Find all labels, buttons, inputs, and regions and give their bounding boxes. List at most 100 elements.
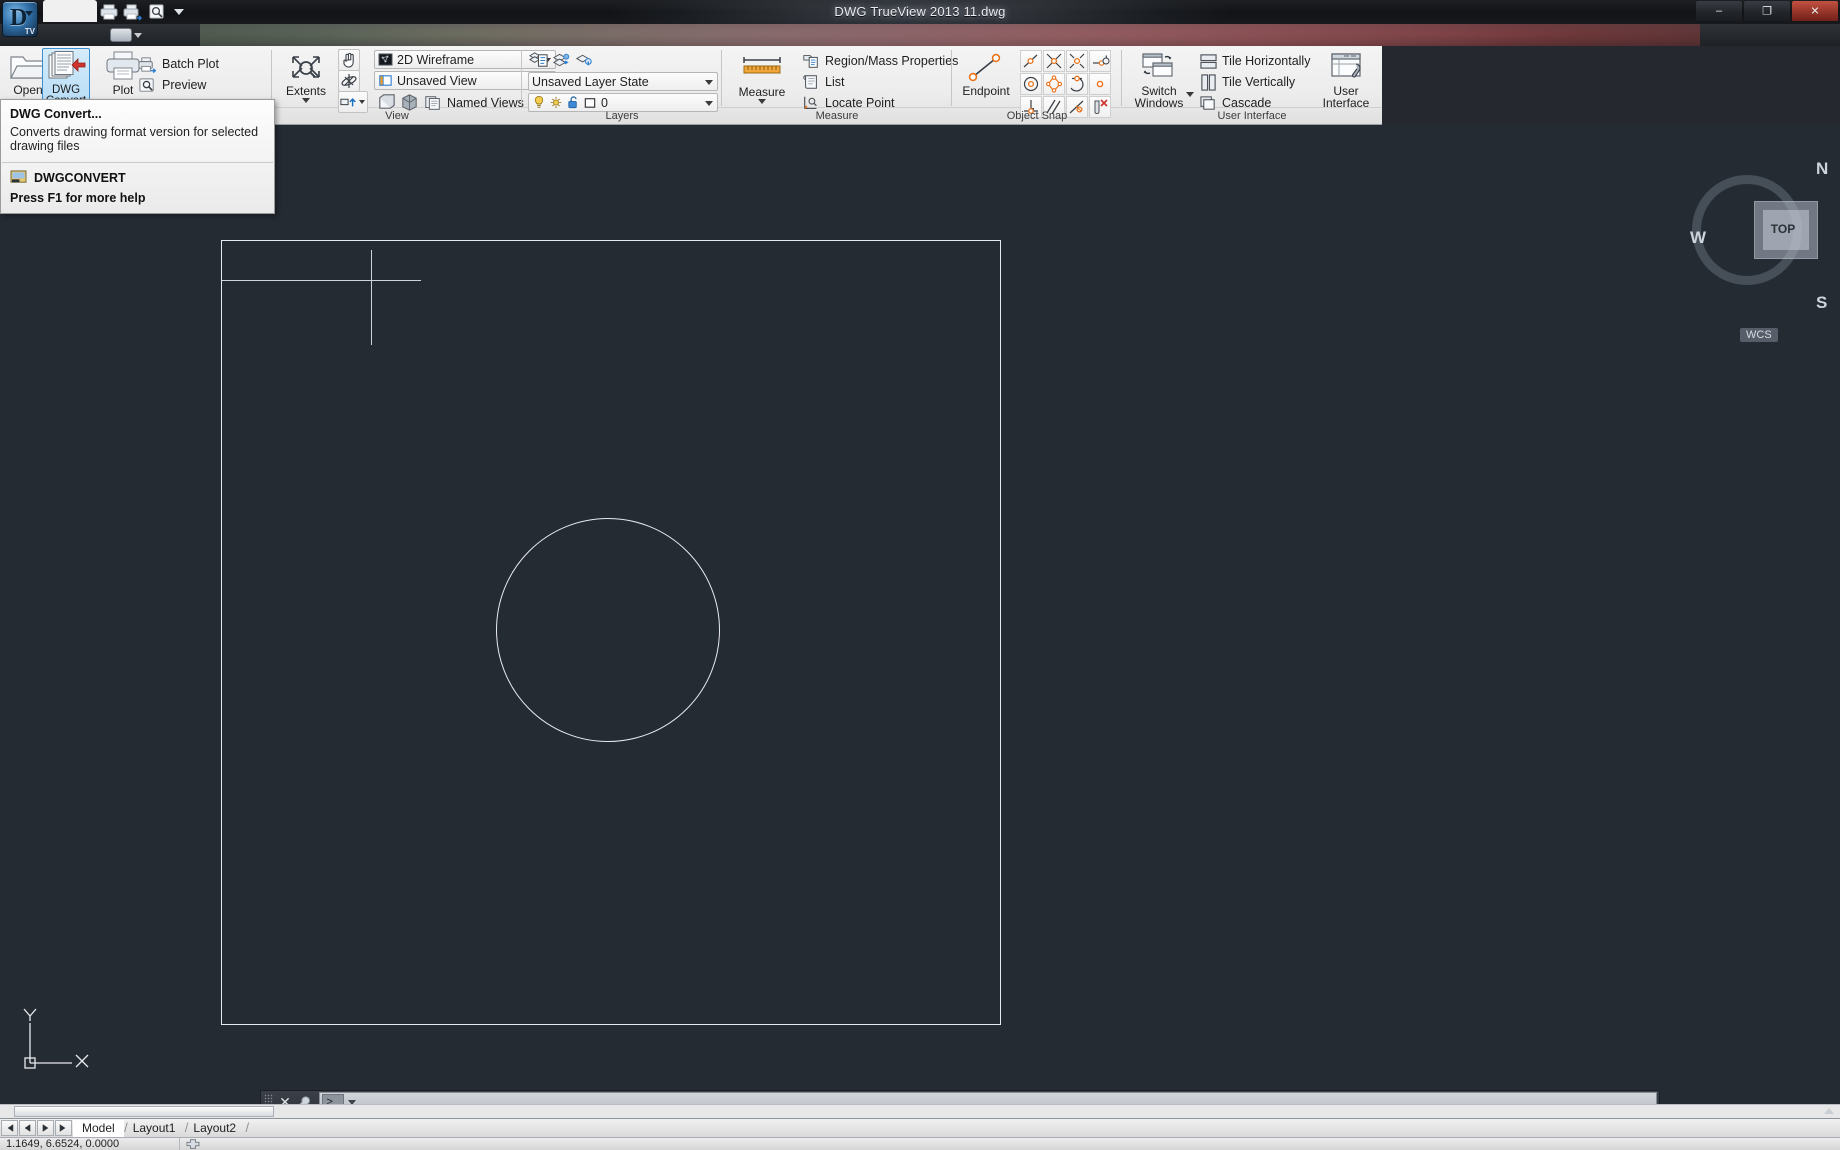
- minimize-icon: –: [1715, 5, 1723, 17]
- first-layout-button[interactable]: [1, 1120, 18, 1136]
- switch-windows-button[interactable]: Switch Windows: [1128, 49, 1194, 109]
- layout-tab-model-label: Model: [82, 1120, 115, 1135]
- lightbulb-icon[interactable]: [532, 95, 546, 110]
- snap-center[interactable]: [1020, 73, 1042, 95]
- window-controls: – ❐ ✕: [1696, 1, 1838, 21]
- cascade-label: Cascade: [1222, 96, 1272, 110]
- snap-node[interactable]: [1089, 73, 1111, 95]
- application-menu-button[interactable]: D TV: [2, 1, 38, 37]
- color-swatch-icon[interactable]: [583, 95, 597, 110]
- view-cube[interactable]: N W S TOP WCS: [1690, 159, 1840, 342]
- snap-apparent-intersection[interactable]: [1066, 50, 1088, 72]
- tile-horizontally-label: Tile Horizontally: [1222, 54, 1311, 68]
- layout-tab-bar: Model / Layout1 / Layout2 /: [0, 1118, 1840, 1137]
- layout-tab-model[interactable]: Model /: [73, 1119, 128, 1137]
- extents-button[interactable]: Extents: [280, 49, 332, 103]
- close-button[interactable]: ✕: [1792, 1, 1838, 21]
- dwgconvert-command-icon: [10, 170, 27, 185]
- compass-south-label: S: [1816, 293, 1828, 312]
- ribbon-tab-strip: [0, 24, 1840, 46]
- batch-plot-button[interactable]: Batch Plot: [138, 54, 219, 74]
- measure-dropdown-caret-icon[interactable]: [758, 99, 766, 104]
- switch-windows-dropdown-caret-icon[interactable]: [1186, 92, 1194, 97]
- previous-layout-button[interactable]: [19, 1120, 36, 1136]
- layer-properties-button[interactable]: [528, 50, 550, 72]
- tab-home[interactable]: [43, 0, 97, 22]
- preview-label: Preview: [162, 78, 207, 92]
- layout-nav-buttons: [0, 1120, 73, 1136]
- ribbon-right-filler: [1382, 46, 1840, 125]
- layer-state-dropdown-icon[interactable]: [702, 73, 715, 90]
- object-snap-grid: [1020, 50, 1088, 118]
- visual-style-icon: [378, 52, 393, 67]
- ribbon-minimize-icon[interactable]: [110, 28, 132, 42]
- drawing-circle[interactable]: [496, 518, 720, 742]
- layer-state-combo[interactable]: Unsaved Layer State: [528, 72, 718, 91]
- preview-button[interactable]: Preview: [138, 75, 206, 95]
- unlock-icon[interactable]: [566, 95, 580, 110]
- tile-vertically-button[interactable]: Tile Vertically: [1200, 72, 1295, 92]
- list-button[interactable]: List: [802, 72, 844, 92]
- tile-horizontally-button[interactable]: Tile Horizontally: [1200, 51, 1310, 71]
- next-layout-button[interactable]: [37, 1120, 54, 1136]
- drawing-canvas[interactable]: N W S TOP WCS: [0, 125, 1840, 1110]
- view-cube-top-face[interactable]: TOP: [1754, 201, 1818, 259]
- app-logo-subtitle: TV: [24, 27, 35, 36]
- user-interface-icon: [1318, 51, 1374, 85]
- view-icon: [378, 73, 393, 88]
- list-icon: [802, 73, 820, 91]
- tooltip-command-row: DWGCONVERT: [1, 163, 274, 189]
- ribbon-panel-layers: Unsaved Layer State 0 Layers: [522, 46, 722, 125]
- measure-button-label: Measure: [738, 85, 786, 99]
- visual-style-value: 2D Wireframe: [397, 52, 475, 67]
- layer-off-button[interactable]: [574, 50, 596, 72]
- extents-dropdown-caret-icon[interactable]: [302, 98, 310, 103]
- print-icon[interactable]: [99, 2, 119, 22]
- user-interface-button[interactable]: User Interface: [1318, 49, 1374, 109]
- snap-midpoint[interactable]: [1020, 50, 1042, 72]
- sun-icon[interactable]: [549, 95, 563, 110]
- coordinate-readout[interactable]: 1.1649, 6.6524, 0.0000: [0, 1137, 180, 1150]
- snap-intersection[interactable]: [1043, 50, 1065, 72]
- title-bar: DWG TrueView 2013 11.dwg – ❐ ✕: [0, 0, 1840, 24]
- region-mass-properties-button[interactable]: Region/Mass Properties: [802, 51, 958, 71]
- batch-plot-label: Batch Plot: [162, 57, 219, 71]
- snap-tangent[interactable]: [1066, 73, 1088, 95]
- list-label: List: [825, 75, 845, 89]
- endpoint-button[interactable]: Endpoint: [956, 49, 1016, 97]
- named-views-label: Named Views: [447, 96, 524, 110]
- ribbon-minimize-control[interactable]: [110, 27, 152, 43]
- plot-icon[interactable]: [123, 2, 143, 22]
- snap-extension[interactable]: [1089, 50, 1111, 72]
- last-layout-button[interactable]: [55, 1120, 72, 1136]
- layout-tab-layout2[interactable]: Layout2 /: [184, 1120, 249, 1137]
- coordinate-system-indicator[interactable]: WCS: [1740, 328, 1778, 342]
- ribbon-minimize-caret-icon[interactable]: [134, 32, 142, 38]
- snap-quadrant[interactable]: [1043, 73, 1065, 95]
- ribbon-panel-measure: Measure Region/Mass Properties List Loca…: [722, 46, 958, 125]
- scrollbar-arrow-icon[interactable]: [1824, 1108, 1834, 1114]
- extents-button-label: Extents: [285, 84, 327, 98]
- measure-button[interactable]: Measure: [732, 49, 792, 104]
- pan-tool[interactable]: [338, 49, 360, 71]
- scrollbar-thumb[interactable]: [14, 1106, 274, 1117]
- qat-overflow-caret-icon[interactable]: [174, 9, 184, 15]
- tile-vertically-label: Tile Vertically: [1222, 75, 1296, 89]
- layout-tab-layout1[interactable]: Layout1 /: [124, 1120, 189, 1137]
- panel-label-measure: Measure: [815, 110, 859, 122]
- zoom-extents-icon: [280, 51, 332, 85]
- orbit-tool[interactable]: [338, 70, 360, 92]
- zoom-dropdown-caret-icon[interactable]: [359, 100, 365, 104]
- horizontal-scrollbar[interactable]: [0, 1104, 1840, 1118]
- compass-north-label: N: [1816, 159, 1829, 178]
- batch-plot-icon: [138, 55, 157, 74]
- layer-isolate-button[interactable]: [551, 50, 573, 72]
- preview-icon[interactable]: [147, 2, 167, 22]
- layer-state-value: Unsaved Layer State: [532, 74, 649, 89]
- model-space-icon[interactable]: [180, 1138, 206, 1150]
- window-title: DWG TrueView 2013 11.dwg: [834, 4, 1006, 19]
- tile-vertical-icon: [1200, 73, 1217, 91]
- maximize-button[interactable]: ❐: [1744, 1, 1790, 21]
- app-menu-caret-icon: [25, 11, 33, 16]
- minimize-button[interactable]: –: [1696, 1, 1742, 21]
